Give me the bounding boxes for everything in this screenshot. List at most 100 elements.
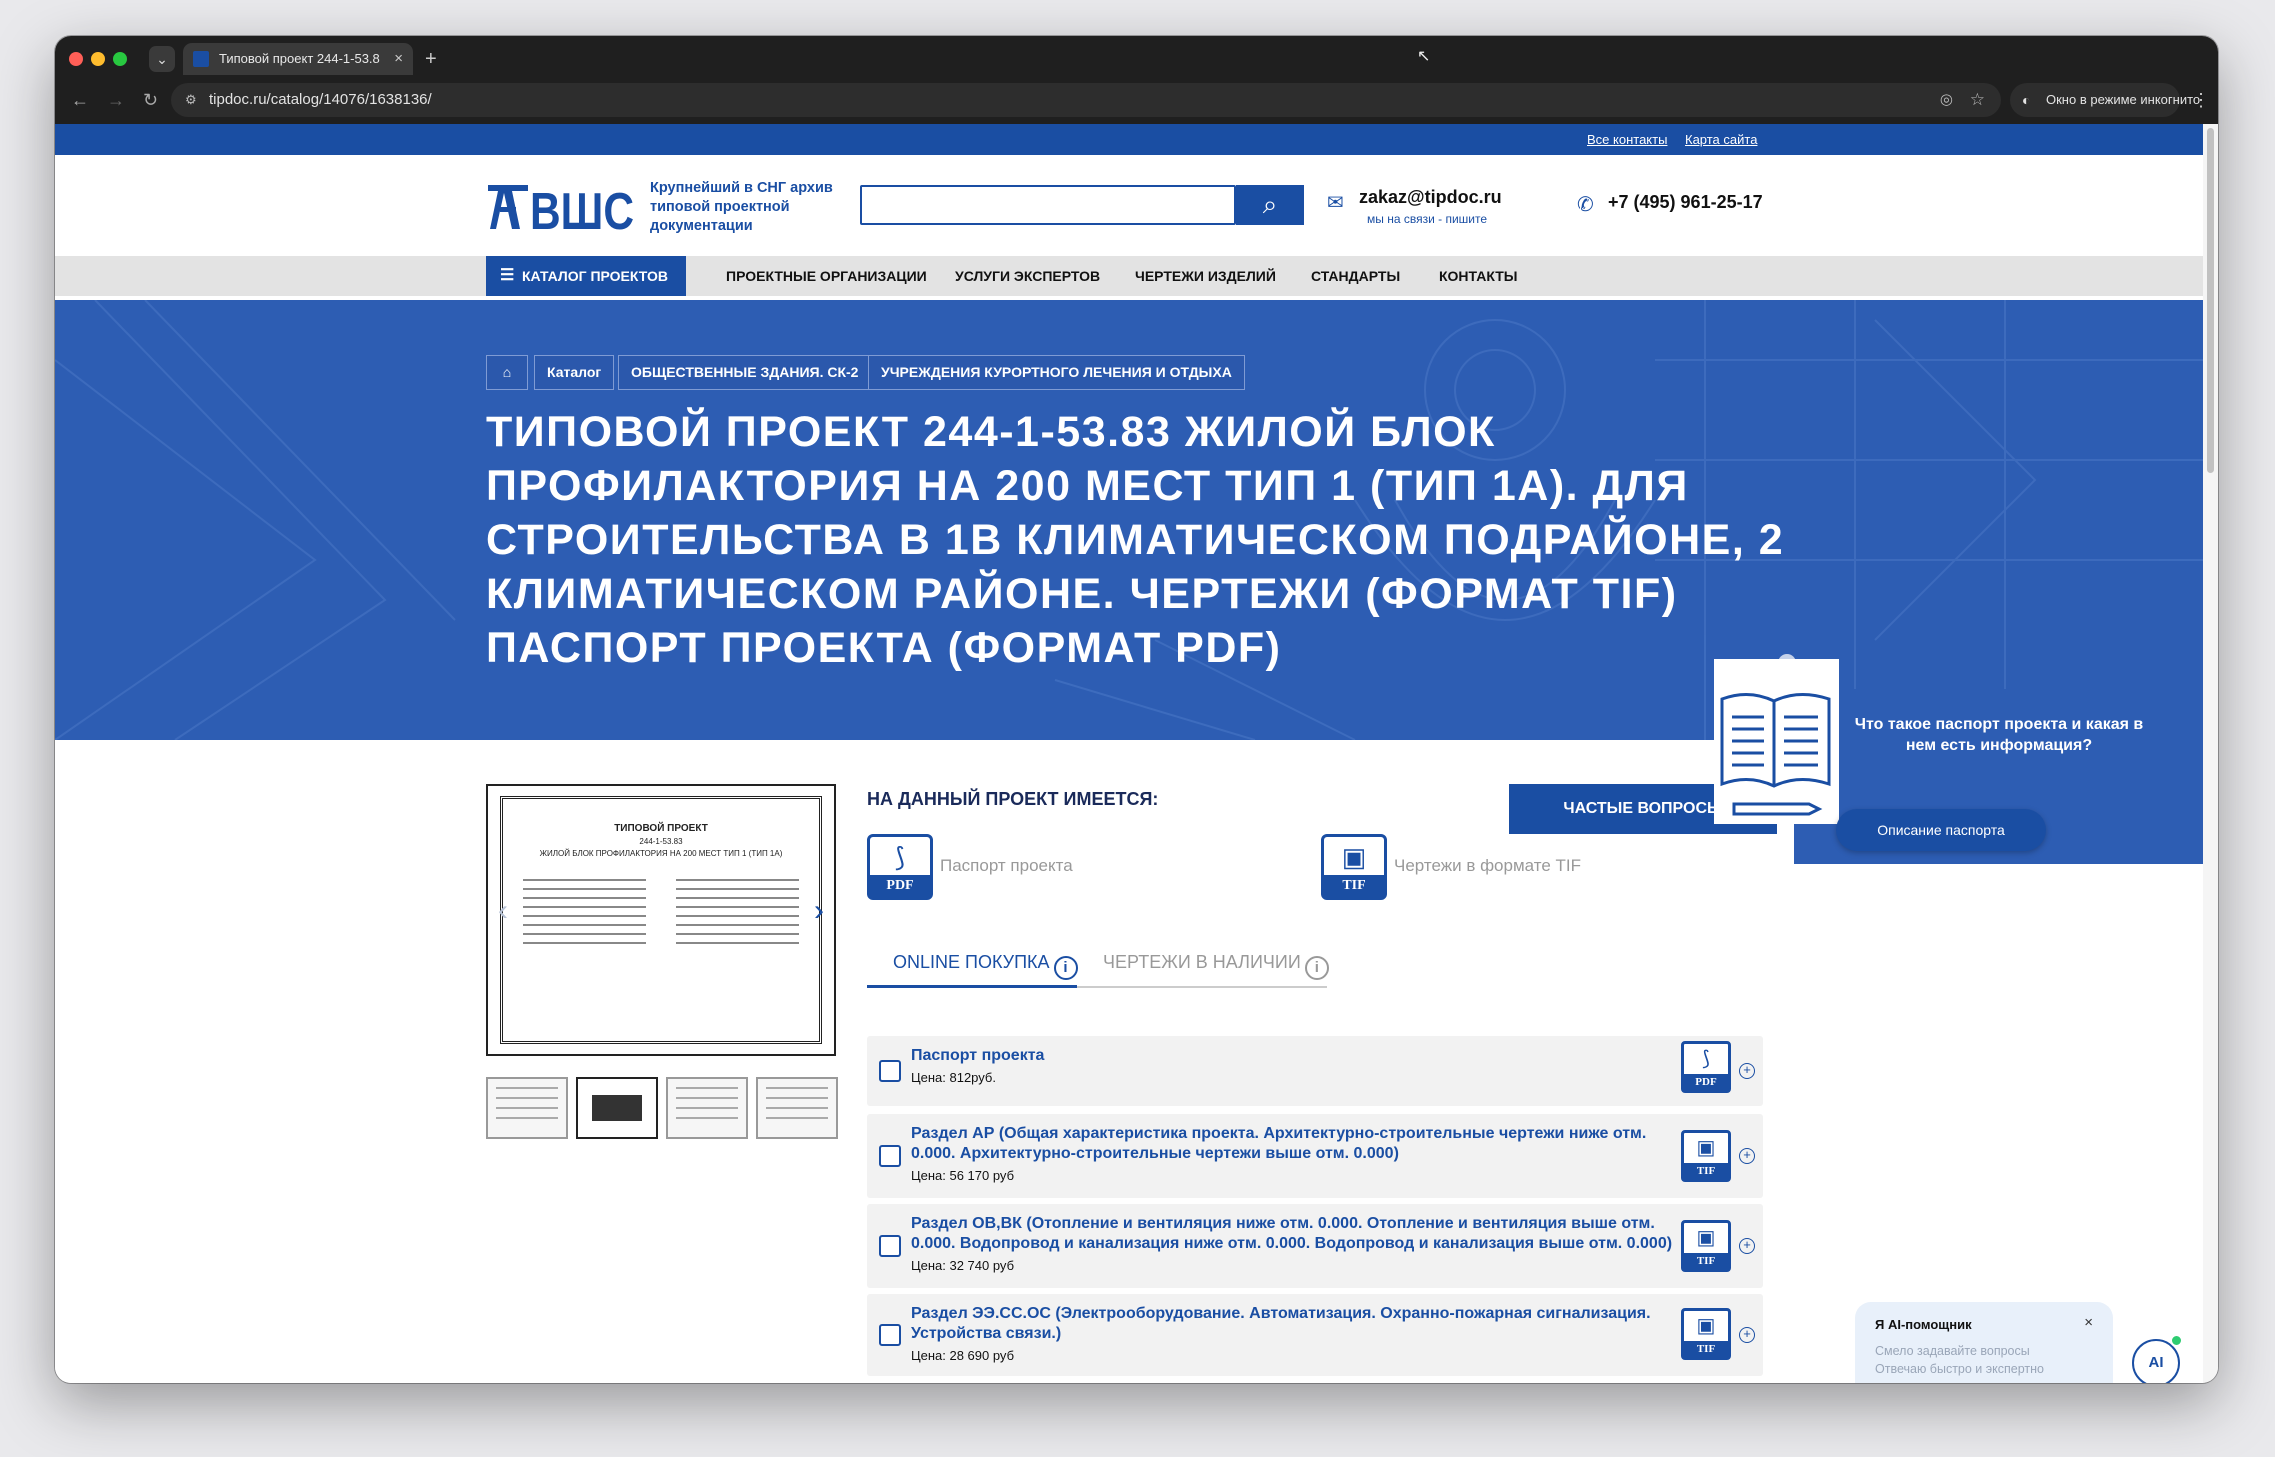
pdf-file-icon[interactable]: ⟆ PDF <box>867 834 933 900</box>
prev-image-arrow-icon[interactable]: ‹ <box>498 896 508 926</box>
email-link[interactable]: zakaz@tipdoc.ru <box>1359 187 1502 208</box>
thumbnail[interactable] <box>576 1077 658 1139</box>
item-checkbox[interactable] <box>879 1235 901 1257</box>
thumbnail-strip <box>486 1077 838 1139</box>
catalog-menu-button[interactable]: ☰ КАТАЛОГ ПРОЕКТОВ <box>486 256 686 296</box>
item-name[interactable]: Паспорт проекта <box>911 1046 1677 1066</box>
web-page: Все контакты Карта сайта ВШС Крупнейший … <box>55 124 2203 1383</box>
main-nav <box>55 256 2203 296</box>
browser-menu-icon[interactable]: ⋮ <box>2192 88 2210 112</box>
tab-in-stock[interactable]: ЧЕРТЕЖИ В НАЛИЧИИ i <box>1103 944 1329 988</box>
hero-banner: ⌂ Каталог ОБЩЕСТВЕННЫЕ ЗДАНИЯ. СК-2 УЧРЕ… <box>55 300 2203 740</box>
expand-plus-icon[interactable]: + <box>1739 1327 1755 1343</box>
breadcrumb-home[interactable]: ⌂ <box>486 355 528 390</box>
acrobat-icon: ⟆ <box>894 842 906 872</box>
ai-assistant-bubble[interactable]: Я AI-помощник × Смело задавайте вопросы … <box>1855 1302 2113 1383</box>
address-bar[interactable]: ⚙ tipdoc.ru/catalog/14076/1638136/ ◎ ☆ <box>171 83 2001 117</box>
expand-plus-icon[interactable]: + <box>1739 1238 1755 1254</box>
info-icon[interactable]: i <box>1053 956 1078 980</box>
eye-off-icon[interactable]: ◎ <box>1940 83 1953 117</box>
purchase-tabs: ONLINE ПОКУПКА i ЧЕРТЕЖИ В НАЛИЧИИ i <box>867 944 1329 988</box>
incognito-icon: ◐ <box>2022 92 2031 108</box>
site-tagline: Крупнейший в СНГ архив типовой проектной… <box>650 180 833 234</box>
close-window-button[interactable] <box>69 52 83 66</box>
online-status-icon <box>2170 1334 2183 1347</box>
nav-item-expert-services[interactable]: УСЛУГИ ЭКСПЕРТОВ <box>955 256 1100 296</box>
next-image-arrow-icon[interactable]: › <box>814 896 824 926</box>
search-input[interactable] <box>860 185 1236 225</box>
browser-window: ⌄ Типовой проект 244-1-53.8 × + ↖ ← → ↻ … <box>55 36 2218 1383</box>
minimize-window-button[interactable] <box>91 52 105 66</box>
tif-file-icon[interactable]: ▣ TIF <box>1681 1308 1731 1360</box>
page-title: ТИПОВОЙ ПРОЕКТ 244-1-53.83 ЖИЛОЙ БЛОК ПР… <box>486 405 1796 675</box>
title-line: КЛИМАТИЧЕСКОМ РАЙОНЕ. ЧЕРТЕЖИ (ФОРМАТ TI… <box>486 570 1678 618</box>
pdf-file-icon[interactable]: ⟆ PDF <box>1681 1041 1731 1093</box>
item-checkbox[interactable] <box>879 1060 901 1082</box>
page-scrollbar[interactable] <box>2203 124 2218 1383</box>
item-checkbox[interactable] <box>879 1324 901 1346</box>
scrollbar-thumb[interactable] <box>2207 128 2214 473</box>
expand-plus-icon[interactable]: + <box>1739 1148 1755 1164</box>
close-tab-icon[interactable]: × <box>394 43 403 75</box>
passport-description-button[interactable]: Описание паспорта <box>1836 809 2046 851</box>
bookmark-star-icon[interactable]: ☆ <box>1970 83 1985 117</box>
breadcrumb-public-buildings[interactable]: ОБЩЕСТВЕННЫЕ ЗДАНИЯ. СК-2 <box>618 355 872 390</box>
file-label-drawings[interactable]: Чертежи в формате TIF <box>1394 856 1581 876</box>
expand-plus-icon[interactable]: + <box>1739 1063 1755 1079</box>
list-item: Паспорт проекта Цена: 812руб. ⟆ PDF + <box>867 1036 1763 1106</box>
ai-bubble-close-icon[interactable]: × <box>2084 1314 2093 1331</box>
nav-item-contacts[interactable]: КОНТАКТЫ <box>1439 256 1517 296</box>
breadcrumb-catalog[interactable]: Каталог <box>534 355 615 390</box>
image-icon: ▣ <box>1341 842 1367 872</box>
phone-link[interactable]: +7 (495) 961-25-17 <box>1608 192 1763 213</box>
site-settings-icon[interactable]: ⚙ <box>185 83 197 117</box>
item-price: Цена: 32 740 руб <box>911 1258 1015 1273</box>
search-button[interactable]: ⌕ <box>1236 185 1304 225</box>
tif-file-icon[interactable]: ▣ TIF <box>1681 1130 1731 1182</box>
title-line: ПРОФИЛАКТОРИЯ НА 200 МЕСТ ТИП 1 (ТИП 1А)… <box>486 462 1689 510</box>
item-name[interactable]: Раздел ОВ,ВК (Отопление и вентиляция ниж… <box>911 1214 1677 1254</box>
reload-button[interactable]: ↻ <box>143 88 158 112</box>
item-name[interactable]: Раздел ЭЭ.СС.ОС (Электрооборудование. Ав… <box>911 1304 1677 1344</box>
forward-button[interactable]: → <box>107 88 125 112</box>
browser-tab[interactable]: Типовой проект 244-1-53.8 × <box>183 43 413 75</box>
tab-title: Типовой проект 244-1-53.8 <box>219 51 380 66</box>
list-item: Раздел ОВ,ВК (Отопление и вентиляция ниж… <box>867 1204 1763 1288</box>
url-text: tipdoc.ru/catalog/14076/1638136/ <box>209 91 432 108</box>
ai-assistant-subtitle: Смело задавайте вопросы Отвечаю быстро и… <box>1875 1342 2044 1378</box>
back-button[interactable]: ← <box>71 88 89 112</box>
nav-item-standards[interactable]: СТАНДАРТЫ <box>1311 256 1400 296</box>
breadcrumb-resorts[interactable]: УЧРЕЖДЕНИЯ КУРОРТНОГО ЛЕЧЕНИЯ И ОТДЫХА <box>868 355 1245 390</box>
file-type-label: PDF <box>1684 1074 1728 1090</box>
new-tab-button[interactable]: + <box>425 46 437 72</box>
file-type-label: TIF <box>1684 1341 1728 1357</box>
item-name[interactable]: Раздел АР (Общая характеристика проекта.… <box>911 1124 1677 1164</box>
project-preview-image[interactable]: ТИПОВОЙ ПРОЕКТ 244-1-53.83 ЖИЛОЙ БЛОК ПР… <box>486 784 836 1056</box>
thumbnail[interactable] <box>666 1077 748 1139</box>
info-icon[interactable]: i <box>1304 956 1329 980</box>
browser-chrome: ⌄ Типовой проект 244-1-53.8 × + ↖ ← → ↻ … <box>55 36 2218 124</box>
tab-online-purchase[interactable]: ONLINE ПОКУПКА i <box>867 944 1078 988</box>
maximize-window-button[interactable] <box>113 52 127 66</box>
title-line: СТРОИТЕЛЬСТВА В 1В КЛИМАТИЧЕСКОМ ПОДРАЙО… <box>486 516 1785 564</box>
tab-in-stock-label: ЧЕРТЕЖИ В НАЛИЧИИ <box>1103 952 1301 972</box>
all-contacts-link[interactable]: Все контакты <box>1587 132 1667 147</box>
thumbnail[interactable] <box>486 1077 568 1139</box>
email-subtext: мы на связи - пишите <box>1367 212 1488 226</box>
preview-doc-subtitle: ЖИЛОЙ БЛОК ПРОФИЛАКТОРИЯ НА 200 МЕСТ ТИП… <box>539 849 783 858</box>
site-logo[interactable]: ВШС <box>486 179 636 235</box>
nav-item-drawings[interactable]: ЧЕРТЕЖИ ИЗДЕЛИЙ <box>1135 256 1276 296</box>
sitemap-link[interactable]: Карта сайта <box>1685 132 1757 147</box>
item-price: Цена: 812руб. <box>911 1070 996 1085</box>
tab-online-purchase-label: ONLINE ПОКУПКА <box>893 952 1050 972</box>
file-label-passport[interactable]: Паспорт проекта <box>940 856 1073 876</box>
phone-icon: ✆ <box>1577 194 1594 216</box>
tif-file-icon[interactable]: ▣ TIF <box>1681 1220 1731 1272</box>
incognito-badge[interactable]: ◐ Окно в режиме инкогнито <box>2010 83 2200 117</box>
hamburger-icon: ☰ <box>500 267 515 284</box>
item-checkbox[interactable] <box>879 1145 901 1167</box>
tif-file-icon[interactable]: ▣ TIF <box>1321 834 1387 900</box>
thumbnail[interactable] <box>756 1077 838 1139</box>
tab-list-button[interactable]: ⌄ <box>149 46 175 72</box>
nav-item-design-orgs[interactable]: ПРОЕКТНЫЕ ОРГАНИЗАЦИИ <box>726 256 927 296</box>
